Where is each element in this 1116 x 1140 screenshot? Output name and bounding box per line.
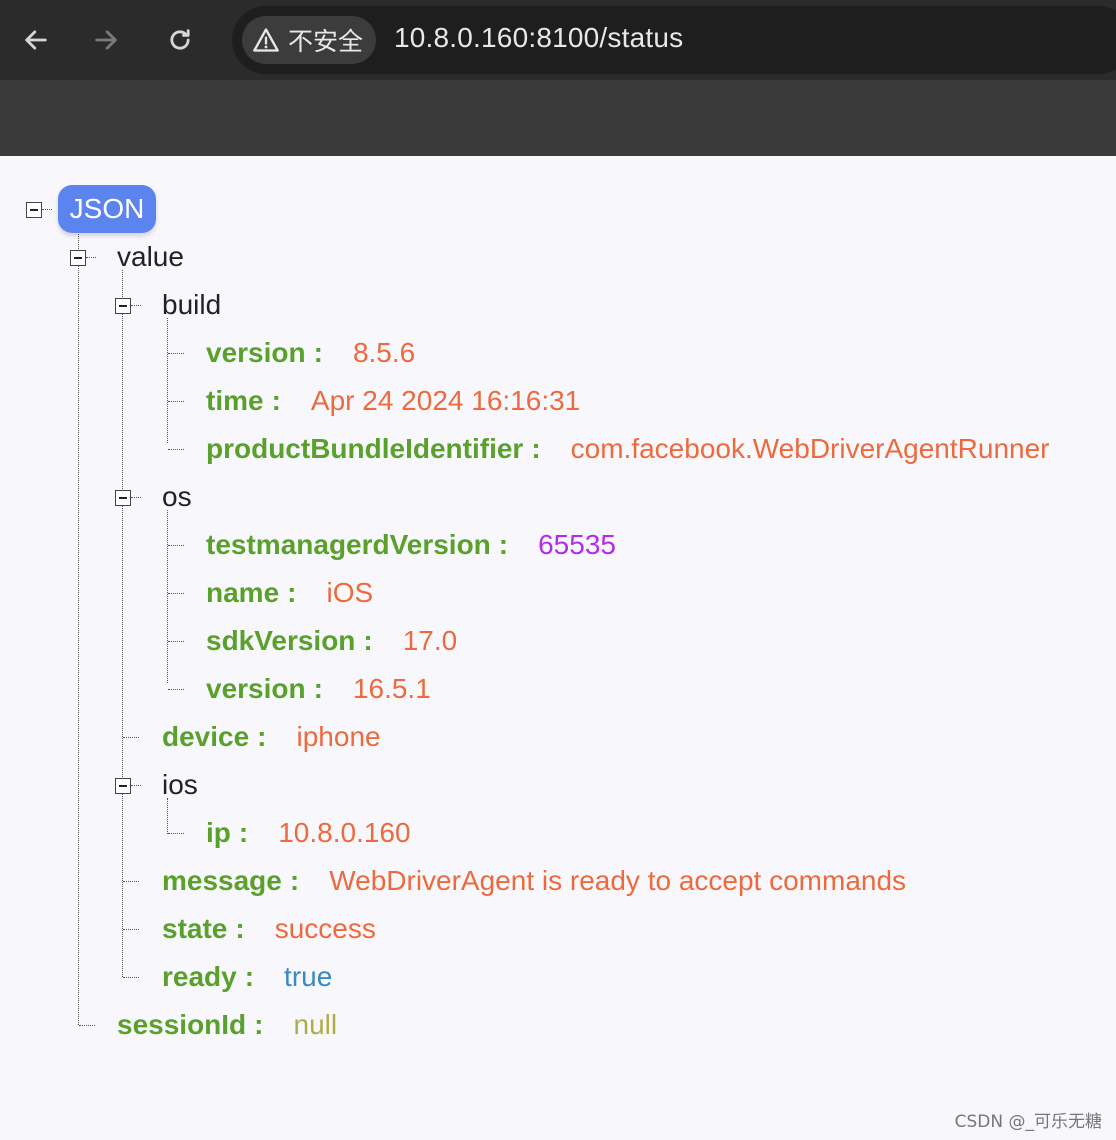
tree-guide-build xyxy=(167,318,168,443)
row-ios-ip: ip:10.8.0.160 xyxy=(206,818,411,848)
key: version xyxy=(206,673,306,704)
key: productBundleIdentifier xyxy=(206,433,524,464)
value: 10.8.0.160 xyxy=(278,817,411,848)
value: com.facebook.WebDriverAgentRunner xyxy=(570,433,1050,464)
key: device xyxy=(162,721,250,752)
tree-guide-value xyxy=(122,270,123,977)
node-os[interactable]: os xyxy=(162,482,192,512)
key: ready xyxy=(162,961,237,992)
json-tree: JSON value build version:8.5.6 time: Apr … xyxy=(0,156,1116,1140)
value: 17.0 xyxy=(402,625,458,656)
key: sessionId xyxy=(117,1009,247,1040)
tree-connector xyxy=(168,401,184,402)
address-bar[interactable]: 不安全 10.8.0.160:8100/status xyxy=(232,6,1116,74)
colon: : xyxy=(271,385,281,416)
colon: : xyxy=(238,817,249,848)
value: null xyxy=(293,1009,338,1040)
tree-connector xyxy=(131,305,141,306)
value: iOS xyxy=(326,577,374,608)
value: 8.5.6 xyxy=(352,337,416,368)
tree-guide-os xyxy=(167,510,168,683)
tree-connector xyxy=(123,977,139,978)
tree-connector xyxy=(168,833,184,834)
value: Apr 24 2024 16:16:31 xyxy=(310,385,581,416)
tree-connector xyxy=(123,881,139,882)
back-arrow-icon xyxy=(25,30,47,50)
forward-button[interactable] xyxy=(88,22,124,58)
row-ready: ready: true xyxy=(162,962,332,992)
tree-connector xyxy=(123,737,139,738)
value: 65535 xyxy=(538,529,616,560)
key: sdkVersion xyxy=(206,625,356,656)
value: true xyxy=(284,961,333,992)
colon: : xyxy=(235,913,245,944)
security-indicator[interactable]: 不安全 xyxy=(242,16,376,64)
tree-connector xyxy=(168,593,184,594)
back-button[interactable] xyxy=(18,22,54,58)
value: 16.5.1 xyxy=(352,673,431,704)
node-ios[interactable]: ios xyxy=(162,770,198,800)
row-build-bundle-id: productBundleIdentifier: com.facebook.Web… xyxy=(206,434,1050,464)
tree-connector xyxy=(86,257,96,258)
row-os-version: version:16.5.1 xyxy=(206,674,431,704)
tree-connector xyxy=(168,449,184,450)
tree-connector xyxy=(168,689,184,690)
row-device: device: iphone xyxy=(162,722,381,752)
collapse-toggle-root[interactable] xyxy=(26,202,42,218)
colon: : xyxy=(313,337,323,368)
json-root-label[interactable]: JSON xyxy=(58,185,156,233)
colon: : xyxy=(254,1009,264,1040)
row-os-sdk: sdkVersion:17.0 xyxy=(206,626,457,656)
tree-connector xyxy=(42,209,52,210)
tree-connector xyxy=(168,545,184,546)
row-build-version: version:8.5.6 xyxy=(206,338,415,368)
value: WebDriverAgent is ready to accept comman… xyxy=(329,865,907,896)
key: name xyxy=(206,577,280,608)
colon: : xyxy=(244,961,255,992)
url-text[interactable]: 10.8.0.160:8100/status xyxy=(394,22,683,54)
reload-icon xyxy=(170,29,190,50)
collapse-toggle-ios[interactable] xyxy=(115,778,131,794)
collapse-toggle-build[interactable] xyxy=(115,298,131,314)
row-message: message: WebDriverAgent is ready to accep… xyxy=(162,866,906,896)
key: version xyxy=(206,337,306,368)
watermark: CSDN @_可乐无糖 xyxy=(954,1112,1102,1132)
tree-guide-ios xyxy=(167,798,168,834)
value: success xyxy=(274,913,376,944)
key: state xyxy=(162,913,228,944)
row-state: state: success xyxy=(162,914,376,944)
key: time xyxy=(206,385,264,416)
tree-connector xyxy=(79,1025,95,1026)
row-build-time: time: Apr 24 2024 16:16:31 xyxy=(206,386,580,416)
row-os-name: name: iOS xyxy=(206,578,373,608)
colon: : xyxy=(531,433,541,464)
colon: : xyxy=(289,865,300,896)
collapse-toggle-value[interactable] xyxy=(70,250,86,266)
key: testmanagerdVersion xyxy=(206,529,491,560)
collapse-toggle-os[interactable] xyxy=(115,490,131,506)
security-label: 不安全 xyxy=(288,27,364,56)
node-build[interactable]: build xyxy=(162,290,221,320)
node-value[interactable]: value xyxy=(117,242,184,272)
tree-connector xyxy=(131,785,141,786)
browser-toolbar: 不安全 10.8.0.160:8100/status xyxy=(0,0,1116,156)
colon: : xyxy=(287,577,297,608)
row-session-id: sessionId: null xyxy=(117,1010,337,1040)
colon: : xyxy=(313,673,323,704)
colon: : xyxy=(257,721,267,752)
tree-guide-root xyxy=(78,222,79,1025)
key: ip xyxy=(206,817,231,848)
colon: : xyxy=(363,625,373,656)
tree-connector xyxy=(168,641,184,642)
forward-arrow-icon xyxy=(95,30,117,50)
warning-icon xyxy=(253,28,279,52)
tree-connector xyxy=(123,929,139,930)
value: iphone xyxy=(296,721,381,752)
key: message xyxy=(162,865,282,896)
row-os-testmanagerd: testmanagerdVersion:65535 xyxy=(206,530,616,560)
tree-connector xyxy=(131,497,141,498)
reload-button[interactable] xyxy=(162,22,198,58)
tree-connector xyxy=(168,353,184,354)
colon: : xyxy=(498,529,509,560)
